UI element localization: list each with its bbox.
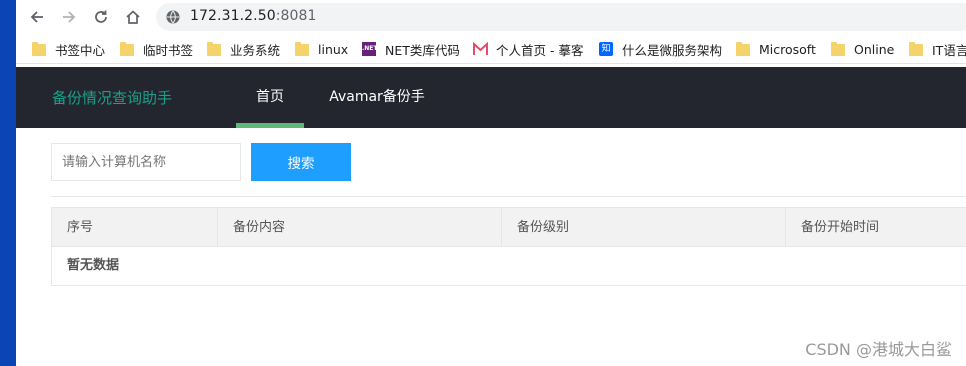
back-button[interactable] [27, 7, 47, 27]
bookmark-label: 业务系统 [230, 42, 281, 58]
folder-icon [736, 42, 750, 56]
tab-avamar-manual[interactable]: Avamar备份手册 [324, 67, 430, 166]
bookmark-label: Microsoft [759, 41, 816, 57]
folder-icon [207, 42, 221, 56]
divider [51, 196, 966, 197]
bookmark-label: Online [854, 41, 895, 57]
search-button[interactable]: 搜索 [251, 143, 351, 181]
reload-icon [95, 10, 107, 23]
tab-home[interactable]: 首页 [236, 67, 304, 128]
bookmarks-bar: 书签中心 临时书签 业务系统 linux .NET NET类库代码 个人首页 -… [16, 34, 966, 64]
bookmark-label: IT语言 [932, 42, 966, 58]
bookmark-label: linux [318, 41, 349, 57]
backup-table: 序号 备份内容 备份级别 备份开始时间 暂无数据 [51, 207, 966, 286]
bookmark-item[interactable]: IT语言 [909, 40, 966, 58]
computer-name-search-input[interactable] [51, 143, 241, 181]
bookmark-item[interactable]: .NET NET类库代码 [362, 40, 460, 58]
mockplus-icon [473, 41, 488, 55]
bookmark-item[interactable]: linux [295, 40, 348, 58]
folder-icon [295, 42, 309, 56]
column-header-index[interactable]: 序号 [52, 208, 218, 247]
arrow-right-icon [63, 11, 76, 23]
home-button[interactable] [123, 7, 143, 27]
info-globe-icon [166, 10, 180, 24]
bookmark-item[interactable]: Microsoft [736, 40, 816, 58]
address-bar[interactable]: 172.31.2.50:8081 [156, 3, 966, 31]
bookmark-label: 书签中心 [55, 42, 106, 58]
bookmark-label: NET类库代码 [385, 42, 460, 58]
folder-icon [909, 42, 923, 56]
arrow-left-icon [30, 11, 43, 23]
bookmark-label: 个人首页 - 摹客 [496, 42, 584, 58]
address-url: 172.31.2.50:8081 [190, 8, 317, 24]
home-icon [126, 10, 140, 24]
folder-icon [831, 42, 845, 56]
table-header-row: 序号 备份内容 备份级别 备份开始时间 [52, 208, 966, 247]
bookmark-item[interactable]: 业务系统 [207, 40, 280, 58]
table-empty-message: 暂无数据 [67, 258, 120, 273]
reload-button[interactable] [91, 7, 111, 27]
bookmark-item[interactable]: 书签中心 [32, 40, 105, 58]
column-header-backup-content[interactable]: 备份内容 [218, 208, 502, 247]
forward-button[interactable] [59, 7, 79, 27]
browser-window: 172.31.2.50:8081 书签中心 临时书签 业务系统 linux .N… [16, 0, 966, 366]
bookmark-item[interactable]: 个人首页 - 摹客 [473, 40, 583, 58]
bookmark-label: 什么是微服务架构 [622, 42, 723, 58]
bookmark-item[interactable]: 知 什么是微服务架构 [599, 40, 722, 58]
column-header-backup-level[interactable]: 备份级别 [502, 208, 786, 247]
bookmark-item[interactable]: Online [831, 40, 894, 58]
app-logo[interactable]: 备份情况查询助手 [52, 87, 172, 108]
dotnet-icon: .NET [362, 42, 378, 56]
app-header: 备份情况查询助手 首页 Avamar备份手册 [16, 67, 966, 166]
bookmark-item[interactable]: 临时书签 [120, 40, 193, 58]
bookmark-label: 临时书签 [143, 42, 194, 58]
folder-icon [120, 42, 134, 56]
folder-icon [32, 42, 46, 56]
column-header-backup-start-time[interactable]: 备份开始时间 [786, 208, 966, 247]
desktop-edge [0, 0, 16, 366]
csdn-watermark: CSDN @港城大白鲨 [805, 340, 952, 359]
zhihu-icon: 知 [599, 42, 613, 56]
browser-toolbar: 172.31.2.50:8081 [16, 0, 966, 34]
